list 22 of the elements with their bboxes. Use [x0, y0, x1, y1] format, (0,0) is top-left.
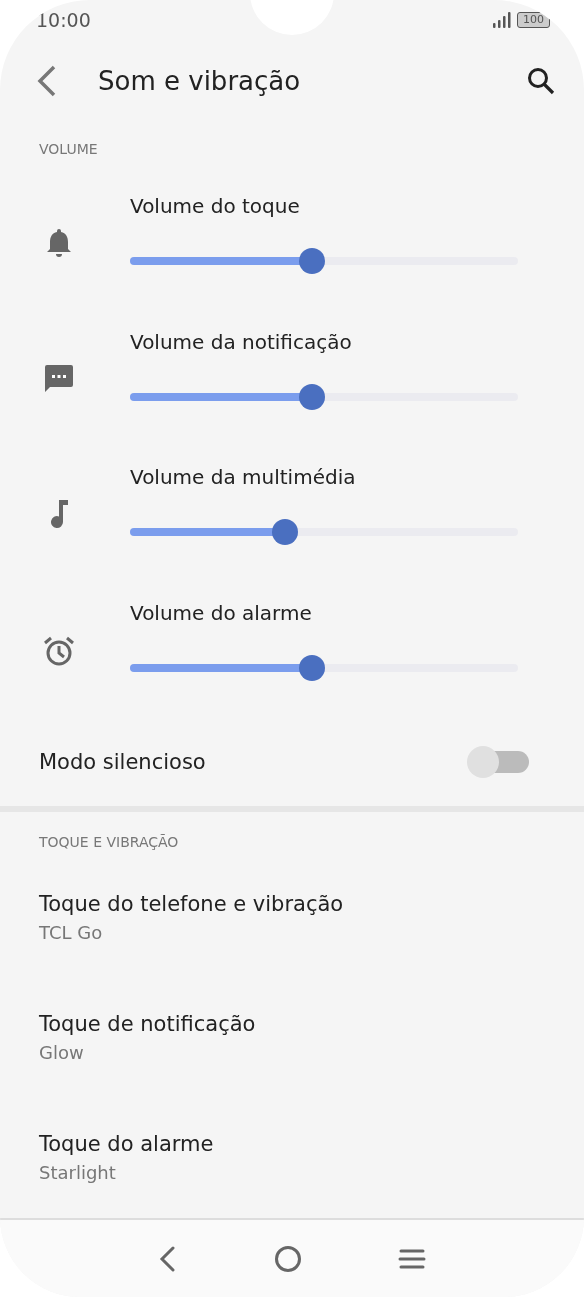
slider-label: Volume da multimédia: [130, 465, 357, 490]
search-icon[interactable]: [526, 66, 556, 97]
message-icon: [44, 363, 74, 392]
silent-mode-label: Modo silencioso: [39, 750, 206, 775]
clock-time: 10:00: [36, 8, 91, 31]
settings-item[interactable]: Toque de notificação Glow: [0, 977, 584, 1098]
section-header: VOLUME: [38, 139, 99, 159]
toggle-switch[interactable]: [467, 746, 529, 779]
bell-icon: [46, 228, 72, 259]
home-icon[interactable]: [274, 1244, 302, 1273]
slider-label: Volume do alarme: [130, 600, 313, 625]
music-note-icon: [49, 499, 69, 530]
battery-indicator: 100: [517, 11, 550, 28]
slider-label: Volume da notificação: [130, 329, 353, 354]
section-header: TOQUE E VIBRAÇÃO: [38, 832, 180, 852]
settings-item[interactable]: Toque do alarme Starlight: [0, 1097, 584, 1218]
screen-title: Som e vibração: [98, 66, 302, 97]
alarm-clock-icon: [43, 634, 75, 667]
settings-item[interactable]: Toque do telefone e vibração TCL Go: [0, 857, 584, 978]
signal-icon: [493, 11, 511, 28]
menu-icon[interactable]: [398, 1247, 426, 1270]
slider-label: Volume do toque: [130, 194, 301, 219]
